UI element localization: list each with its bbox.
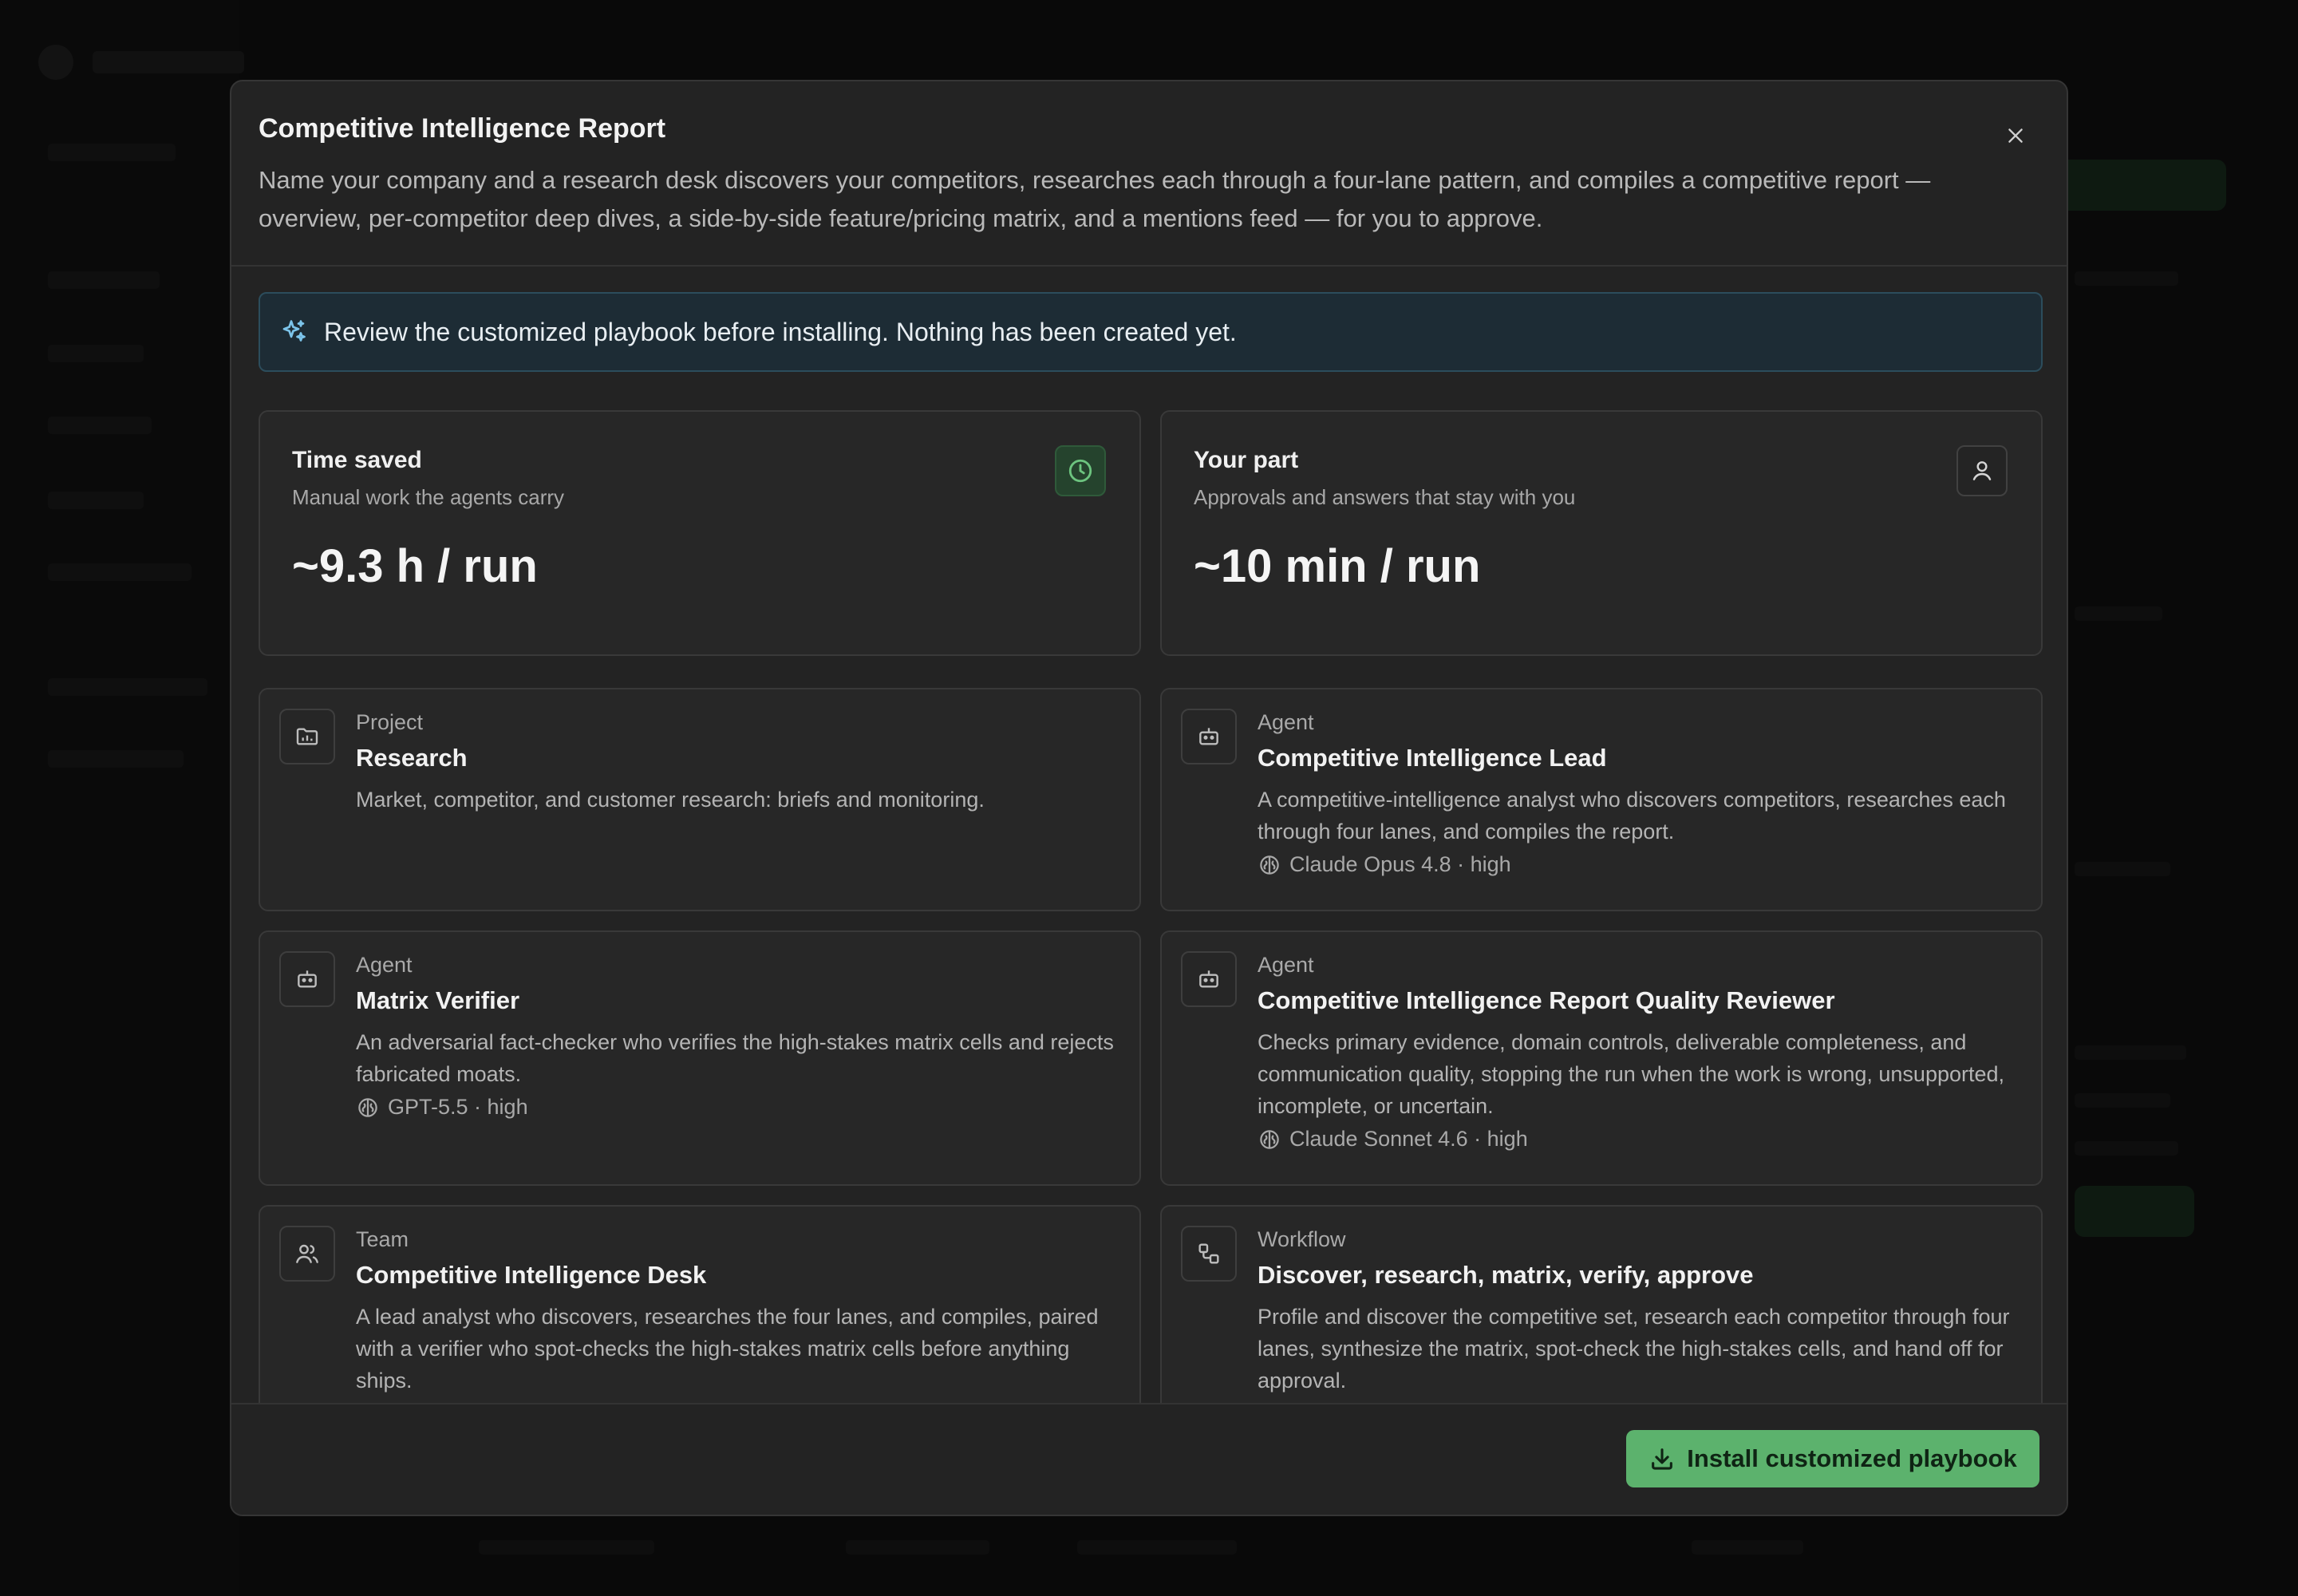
install-button-label: Install customized playbook — [1687, 1444, 2017, 1472]
item-card-agent-lead[interactable]: Agent Competitive Intelligence Lead A co… — [1160, 688, 2043, 911]
item-kind: Agent — [1258, 710, 1314, 734]
review-notice: Review the customized playbook before in… — [259, 292, 2043, 372]
item-card-agent-verifier[interactable]: Agent Matrix Verifier An adversarial fac… — [259, 930, 1141, 1186]
item-model: Claude Opus 4.8 · high — [1258, 852, 1511, 877]
folder-icon — [279, 709, 335, 764]
item-kind: Workflow — [1258, 1227, 1346, 1251]
item-kind: Project — [356, 710, 424, 734]
item-description: A lead analyst who discovers, researches… — [356, 1305, 1099, 1393]
item-description: A competitive-intelligence analyst who d… — [1258, 788, 2006, 843]
clock-icon — [1055, 445, 1106, 496]
item-card-project[interactable]: Project Research Market, competitor, and… — [259, 688, 1141, 911]
stat-card-time-saved: Time saved Manual work the agents carry … — [259, 410, 1141, 656]
item-model: GPT-5.5 · high — [356, 1095, 528, 1120]
stat-subtitle: Approvals and answers that stay with you — [1194, 485, 1576, 509]
stat-title: Your part — [1194, 447, 1299, 473]
item-model-label: Claude Opus 4.8 · high — [1289, 852, 1511, 876]
users-icon — [279, 1226, 335, 1282]
item-name: Competitive Intelligence Desk — [356, 1261, 707, 1289]
install-button[interactable]: Install customized playbook — [1626, 1430, 2039, 1487]
item-model-label: GPT-5.5 · high — [388, 1095, 528, 1119]
item-description: Checks primary evidence, domain controls… — [1258, 1030, 2005, 1118]
modal-title: Competitive Intelligence Report — [259, 113, 666, 144]
item-model: Claude Sonnet 4.6 · high — [1258, 1127, 1528, 1152]
item-kind: Team — [356, 1227, 409, 1251]
item-kind: Agent — [1258, 953, 1314, 977]
modal-header: Competitive Intelligence Report Name you… — [231, 81, 2067, 267]
workflow-icon — [1181, 1226, 1237, 1282]
item-name: Discover, research, matrix, verify, appr… — [1258, 1261, 1754, 1289]
robot-icon — [279, 951, 335, 1007]
item-description: Profile and discover the competitive set… — [1258, 1305, 2010, 1393]
user-icon — [1956, 445, 2008, 496]
brain-icon — [356, 1096, 380, 1120]
playbook-modal: Competitive Intelligence Report Name you… — [230, 80, 2068, 1516]
modal-description: Name your company and a research desk di… — [259, 166, 1931, 232]
stat-title: Time saved — [292, 447, 422, 473]
modal-footer: Install customized playbook — [231, 1403, 2067, 1515]
brain-icon — [1258, 853, 1281, 877]
stat-value: ~9.3 h / run — [292, 540, 538, 592]
sparkle-icon — [278, 316, 310, 348]
brain-icon — [1258, 1128, 1281, 1152]
item-description: Market, competitor, and customer researc… — [356, 788, 985, 812]
item-name: Matrix Verifier — [356, 986, 520, 1014]
stat-value: ~10 min / run — [1194, 540, 1481, 592]
item-name: Competitive Intelligence Report Quality … — [1258, 986, 1835, 1014]
robot-icon — [1181, 951, 1237, 1007]
item-name: Research — [356, 744, 468, 772]
robot-icon — [1181, 709, 1237, 764]
download-icon — [1648, 1445, 1676, 1472]
notice-text: Review the customized playbook before in… — [324, 317, 1237, 346]
close-button[interactable] — [1996, 117, 2035, 155]
item-model-label: Claude Sonnet 4.6 · high — [1289, 1127, 1528, 1151]
item-card-agent-reviewer[interactable]: Agent Competitive Intelligence Report Qu… — [1160, 930, 2043, 1186]
close-icon — [2008, 128, 2023, 143]
modal-body[interactable]: Review the customized playbook before in… — [259, 292, 2043, 1486]
stat-card-your-part: Your part Approvals and answers that sta… — [1160, 410, 2043, 656]
item-kind: Agent — [356, 953, 413, 977]
item-description: An adversarial fact-checker who verifies… — [356, 1030, 1114, 1086]
item-name: Competitive Intelligence Lead — [1258, 744, 1607, 772]
stat-subtitle: Manual work the agents carry — [292, 485, 565, 509]
